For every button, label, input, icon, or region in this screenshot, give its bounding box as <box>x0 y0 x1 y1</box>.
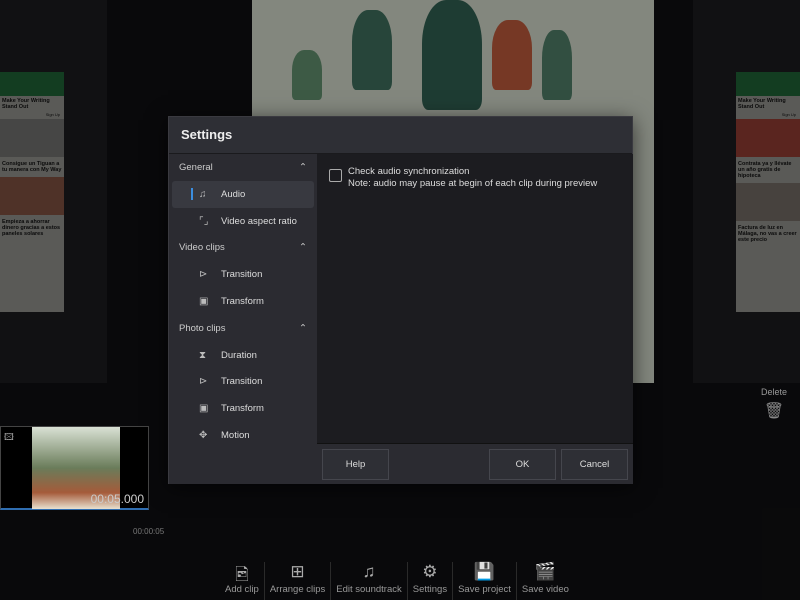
sidebar-item-transition[interactable]: ⊳ Transition <box>172 368 314 395</box>
sidebar-item-label: Motion <box>221 429 250 441</box>
sidebar-item-transition[interactable]: ⊳ Transition <box>172 261 314 288</box>
hourglass-icon: ⧗ <box>199 349 207 361</box>
sidebar-item-label: Transition <box>221 269 263 281</box>
group-general[interactable]: General ⌃ <box>169 154 317 181</box>
sidebar-item-label: Duration <box>221 349 257 361</box>
chevron-up-icon[interactable]: ⌃ <box>299 162 307 173</box>
sidebar-item-duration[interactable]: ⧗ Duration <box>172 342 314 369</box>
toolbar-arrange-clips-button[interactable]: ⊞ Arrange clips <box>265 562 332 600</box>
sidebar-item-audio[interactable]: ♫ Audio <box>172 181 314 208</box>
checkbox-note: Note: audio may pause at begin of each c… <box>348 178 598 189</box>
music-note-icon: ♫ <box>199 188 207 200</box>
sidebar-item-transform[interactable]: ▣ Transform <box>172 395 314 422</box>
timeline-clip[interactable]: 🖾 00:05.000 <box>0 426 149 510</box>
bottom-toolbar: 🖻 Add clip ⊞ Arrange clips ♫ Edit soundtrack ⚙… <box>220 562 574 600</box>
checkbox-box[interactable] <box>329 169 342 182</box>
group-video-clips[interactable]: Video clips ⌃ <box>169 234 317 261</box>
toolbar-add-clip-button[interactable]: 🖻 Add clip <box>220 562 265 600</box>
sidebar-item-label: Transition <box>221 376 263 388</box>
delete-label: Delete <box>760 387 787 397</box>
toolbar-label: Save video <box>521 584 569 595</box>
toolbar-label: Settings <box>412 584 448 595</box>
aspect-ratio-icon: ⌜⌟ <box>199 215 209 227</box>
motion-icon: ✥ <box>199 429 208 441</box>
toolbar-save-project-button[interactable]: 💾 Save project <box>453 562 517 600</box>
transform-icon: ▣ <box>199 295 209 307</box>
toolbar-label: Add clip <box>225 584 259 595</box>
sidebar-item-label: Video aspect ratio <box>221 215 297 227</box>
sidebar-item-label: Audio <box>221 188 246 200</box>
settings-content: Check audio synchronization Note: audio … <box>317 154 633 443</box>
sidebar-item-motion[interactable]: ✥ Motion <box>172 422 314 449</box>
toolbar-edit-soundtrack-button[interactable]: ♫ Edit soundtrack <box>331 562 408 600</box>
clapper-icon: 🎬 <box>534 562 556 581</box>
toolbar-label: Edit soundtrack <box>336 584 402 595</box>
music-pen-icon: ♫ <box>362 562 376 581</box>
group-photo-clips[interactable]: Photo clips ⌃ <box>169 315 317 342</box>
sidebar-item-label: Transform <box>221 295 264 307</box>
dialog-title: Settings <box>169 117 632 154</box>
cancel-button[interactable]: Cancel <box>561 449 628 480</box>
add-image-icon: 🖻 <box>235 565 249 584</box>
toolbar-label: Save project <box>458 584 511 595</box>
transform-icon: ▣ <box>199 402 209 414</box>
group-label: Photo clips <box>179 322 226 334</box>
trash-icon: 🗑 <box>763 403 785 420</box>
clip-duration: 00:05.000 <box>90 492 144 506</box>
settings-sidebar: General ⌃ ♫ Audio ⌜⌟ Video aspect ratio Video … <box>169 154 317 484</box>
sidebar-item-transform[interactable]: ▣ Transform <box>172 288 314 315</box>
timeline-tick: 00:00:05 <box>133 527 165 536</box>
transition-icon: ⊳ <box>199 269 208 281</box>
floppy-icon: 💾 <box>473 562 496 581</box>
toolbar-settings-button[interactable]: ⚙ Settings <box>408 562 454 600</box>
toolbar-label: Arrange clips <box>269 584 326 595</box>
photo-icon: 🖾 <box>4 432 14 442</box>
settings-dialog: Settings General ⌃ ♫ Audio ⌜⌟ Video aspect ra… <box>168 116 633 484</box>
checkbox-label: Check audio synchronization <box>348 166 470 177</box>
chevron-up-icon[interactable]: ⌃ <box>299 242 307 253</box>
audio-sync-checkbox[interactable]: Check audio synchronization Note: audio … <box>329 166 621 190</box>
help-button[interactable]: Help <box>322 449 389 480</box>
sidebar-item-label: Transform <box>221 402 264 414</box>
gear-icon: ⚙ <box>422 562 438 581</box>
group-label: Video clips <box>179 242 225 254</box>
chevron-up-icon[interactable]: ⌃ <box>299 323 307 334</box>
delete-button[interactable]: Delete 🗑 <box>756 387 792 421</box>
transition-icon: ⊳ <box>199 376 208 388</box>
sidebar-item-video-aspect-ratio[interactable]: ⌜⌟ Video aspect ratio <box>172 208 314 235</box>
group-label: General <box>179 162 213 173</box>
grid-icon: ⊞ <box>290 562 305 581</box>
ok-button[interactable]: OK <box>489 449 556 480</box>
dialog-footer: Help OK Cancel <box>317 443 633 484</box>
toolbar-save-video-button[interactable]: 🎬 Save video <box>517 562 574 600</box>
